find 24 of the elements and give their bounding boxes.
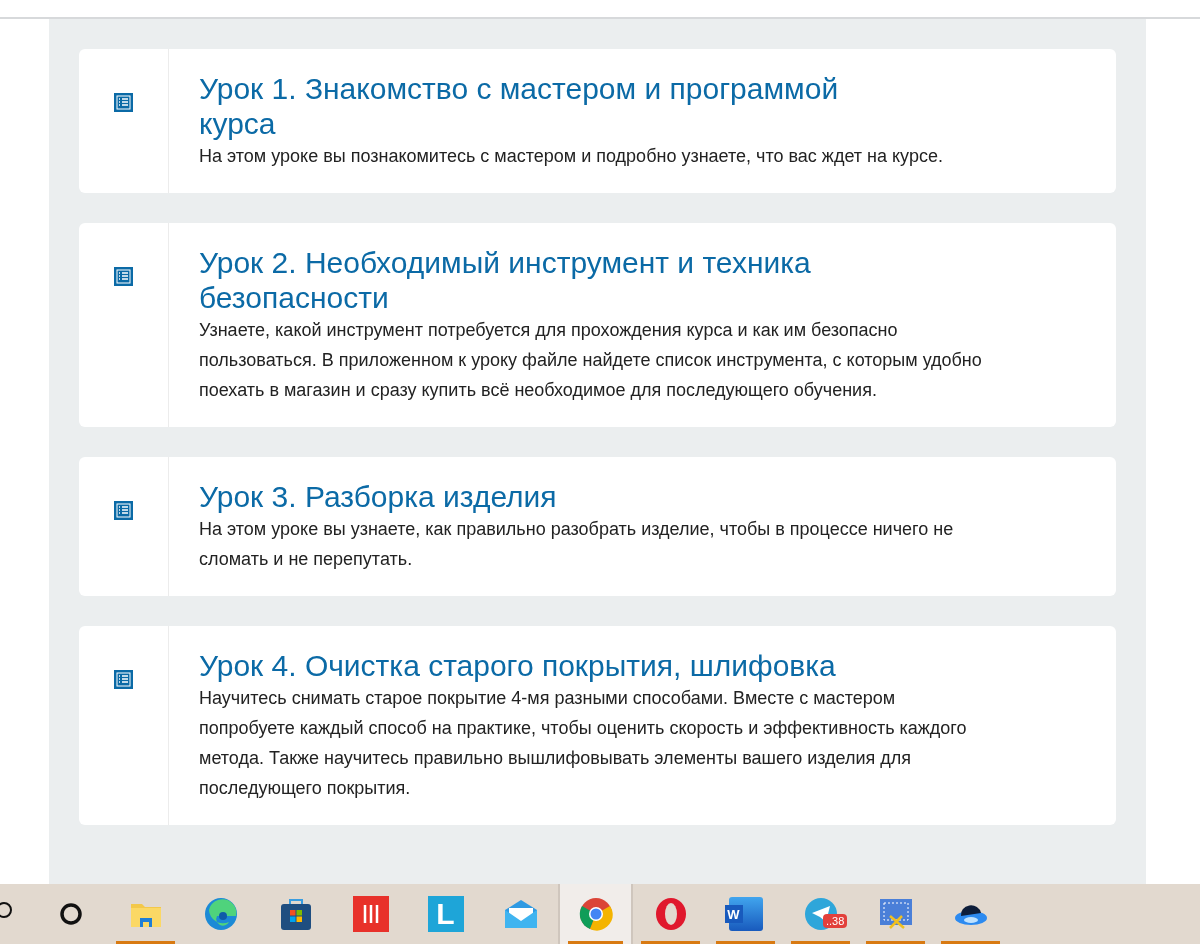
lesson-description: На этом уроке вы познакомитесь с мастером и подробно узнаете, что вас ждет на курсе. [199, 145, 943, 168]
lesson-description: Научитесь снимать старое покрытие 4-мя разными способами. Вместе с мастером попробуете каждый способ на практике, чтобы оценить скорость и эффективность каждого метода. Также научитесь правильно вышлифовывать элементы вашего изделия для последующего покрытия. [199, 687, 968, 800]
running-indicator [941, 941, 1000, 944]
running-indicator [866, 941, 925, 944]
lesson-title[interactable]: Урок 2. Необходимый инструмент и техника безопасности [199, 245, 899, 315]
snipping-icon[interactable] [877, 896, 914, 932]
list-icon [114, 267, 133, 286]
running-indicator [791, 941, 850, 944]
running-indicator [116, 941, 175, 944]
word-letter-icon: W [724, 905, 743, 923]
lesson-title[interactable]: Урок 4. Очистка старого покрытия, шлифовка [199, 648, 899, 683]
list-icon [114, 670, 133, 689]
running-indicator [568, 941, 623, 944]
lesson-description: Узнаете, какой инструмент потребуется для прохождения курса и как им безопасно пользоваться. В приложенном к уроку файле найдете список инструмента, с которым удобно поехать в магазин и сразу купить всё необходимое для последующего обучения. [199, 319, 983, 402]
sliders-icon[interactable] [352, 896, 389, 932]
lesson-description: На этом уроке вы узнаете, как правильно разобрать изделие, чтобы в процессе ничего не сломать и не перепутать. [199, 518, 955, 571]
notification-badge: ..38 [823, 914, 848, 928]
running-indicator [716, 941, 775, 944]
word-icon[interactable]: W [728, 897, 763, 931]
lesson-title[interactable]: Урок 3. Разборка изделия [199, 479, 899, 514]
lesson-title[interactable]: Урок 1. Знакомство с мастером и программой курса [199, 71, 899, 141]
list-icon [114, 93, 133, 112]
running-indicator [641, 941, 700, 944]
list-icon [114, 501, 133, 520]
